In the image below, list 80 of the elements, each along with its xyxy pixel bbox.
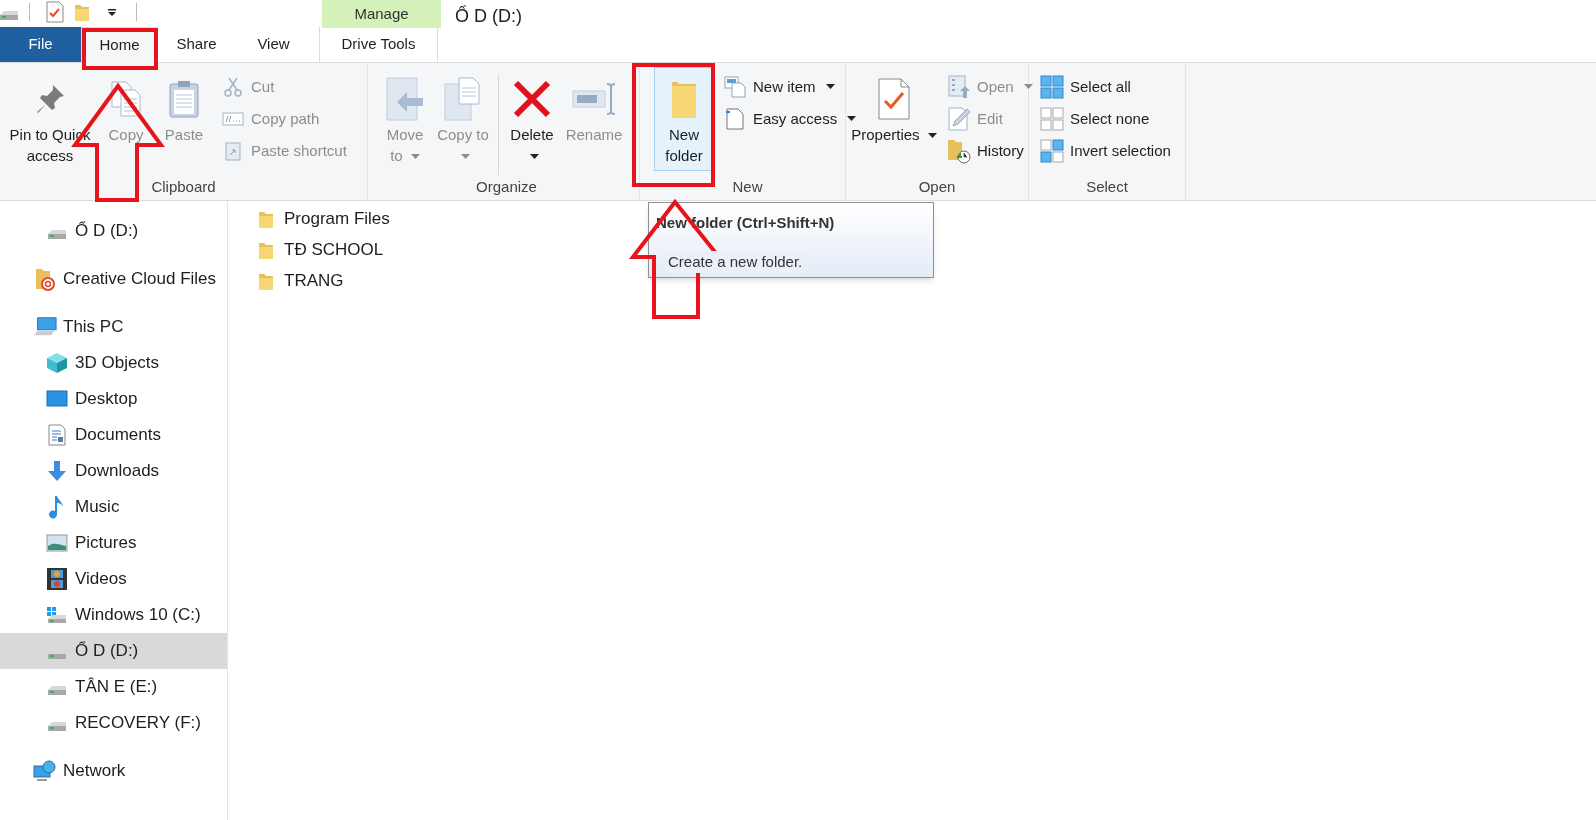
group-label: Organize [476,177,537,197]
clipboard-icon [168,80,200,118]
drive-icon [47,685,67,695]
nav-item[interactable]: Ổ D (D:) [0,213,227,249]
caret-icon [529,154,539,161]
music-note-icon [49,495,65,519]
path-icon [222,112,244,126]
document-icon [48,424,66,446]
window-title: Ổ D (D:) [455,4,522,28]
group-label: Select [1086,177,1128,197]
nav-item[interactable]: Network [0,753,227,789]
nav-item[interactable]: RECOVERY (F:) [0,705,227,741]
scissors-icon [224,77,242,97]
drive-icon [47,721,67,731]
rename-icon [571,82,617,116]
group-label: New [732,177,763,197]
nav-item[interactable]: Videos [0,561,227,597]
checklist-icon [46,1,64,23]
nav-item[interactable]: 3D Objects [0,345,227,381]
contextual-tab-header: Manage [322,0,441,28]
file-name: TRANG [284,269,344,292]
invert-selection-icon [1040,139,1064,163]
tooltip-text: Create a new folder. [667,250,804,273]
folder-icon [671,79,697,119]
history-icon [947,138,971,164]
network-icon [33,760,57,782]
move-icon [385,76,425,122]
document-icon [725,108,745,130]
file-name: Program Files [284,207,390,230]
windows-drive-icon [46,606,68,624]
nav-item[interactable]: Documents [0,417,227,453]
caret-icon [460,154,470,161]
group-label: Clipboard [151,177,216,197]
ribbon-button[interactable]: New folder [654,67,714,171]
open-icon [948,75,970,99]
computer-icon [33,316,57,338]
file-name: TĐ SCHOOL [284,238,384,261]
copy-icon [109,80,143,118]
caret-icon [1023,84,1033,90]
drive-icon [47,229,67,239]
ribbon-button[interactable]: Select all [1037,73,1174,101]
ribbon-tab[interactable]: View [235,27,312,62]
nav-item[interactable]: Ổ D (D:) [0,633,227,669]
folder-icon [74,2,90,22]
nav-item[interactable]: TÂN E (E:) [0,669,227,705]
properties-icon [877,77,911,121]
ribbon-tab[interactable]: Share [158,27,235,62]
ribbon-tab[interactable]: File [0,27,81,62]
cube-icon [46,352,68,374]
caret-icon [825,84,835,90]
caret-icon [410,154,420,161]
ribbon-button[interactable]: History [944,137,1036,165]
copy-icon [443,76,483,122]
nav-item[interactable]: Desktop [0,381,227,417]
nav-item[interactable]: Pictures [0,525,227,561]
dropdown-icon [106,6,118,18]
new-item-icon [724,76,746,98]
shortcut-icon [224,141,242,161]
cloud-folder-icon [34,267,56,291]
group-label: Open [918,177,956,197]
ribbon-button[interactable]: Delete [505,67,559,171]
drive-icon [0,10,19,20]
caret-icon [847,116,857,122]
ribbon-tab[interactable]: Drive Tools [319,27,438,62]
ribbon-button[interactable]: Invert selection [1037,137,1174,165]
film-icon [46,567,68,591]
delete-icon [513,80,551,118]
nav-item[interactable]: Downloads [0,453,227,489]
nav-item[interactable]: Creative Cloud Files [0,261,227,297]
ribbon-button[interactable]: Select none [1037,105,1174,133]
nav-item[interactable]: Windows 10 (C:) [0,597,227,633]
nav-item[interactable]: Music [0,489,227,525]
select-all-icon [1040,75,1064,99]
landscape-icon [46,534,68,552]
edit-icon [948,107,970,131]
monitor-icon [46,390,68,408]
nav-item[interactable]: This PC [0,309,227,345]
download-arrow-icon [47,460,67,482]
caret-icon [927,133,937,140]
select-none-icon [1040,107,1064,131]
